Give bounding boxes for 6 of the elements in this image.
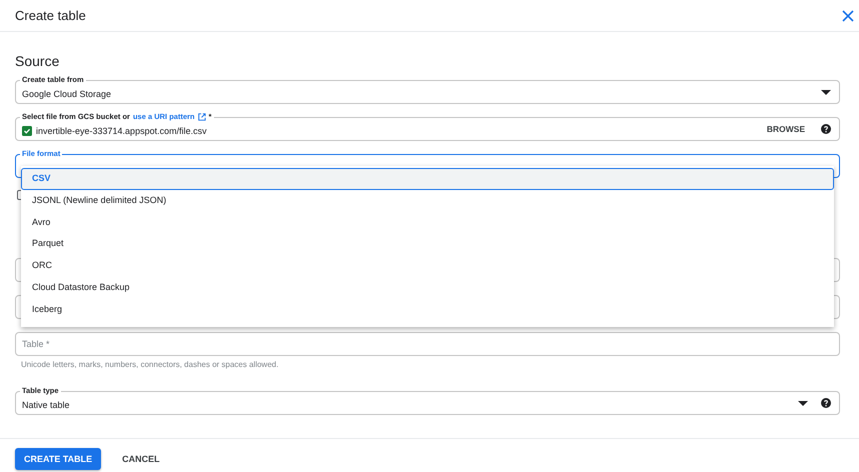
field-value: Google Cloud Storage [22,88,112,98]
section-heading: Source [15,53,60,70]
field-value: invertible-eye-333714.appspot.com/file.csv [36,124,208,136]
field-value: Native table [22,398,71,410]
window-title: Create table [15,8,86,23]
hint-text: Unicode letters, marks, numbers, connectors, dashes or spaces allowed. [20,360,280,369]
